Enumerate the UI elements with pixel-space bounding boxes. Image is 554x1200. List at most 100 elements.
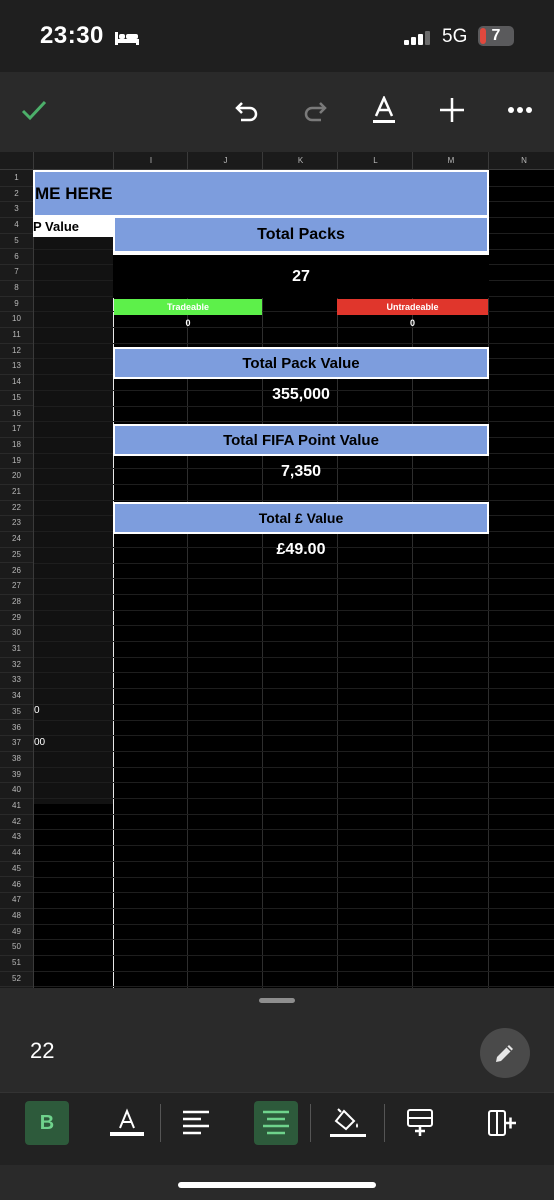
- edit-button[interactable]: [480, 1028, 530, 1078]
- row-header[interactable]: 35: [0, 704, 33, 721]
- row-header[interactable]: 20: [0, 468, 33, 485]
- row-header[interactable]: 2: [0, 186, 33, 203]
- text-format-icon[interactable]: [366, 92, 402, 128]
- row-header[interactable]: 5: [0, 233, 33, 250]
- left-value-header[interactable]: P Value: [33, 217, 113, 237]
- row-header[interactable]: 19: [0, 453, 33, 470]
- row-header[interactable]: 33: [0, 672, 33, 690]
- pack-value[interactable]: 355,000: [113, 379, 489, 411]
- row-header[interactable]: 6: [0, 249, 33, 266]
- row-header[interactable]: 13: [0, 358, 33, 376]
- fill-color-button[interactable]: [326, 1101, 370, 1145]
- row-header[interactable]: 34: [0, 688, 33, 705]
- gbp-value-header[interactable]: Total £ Value: [113, 502, 489, 534]
- row-header[interactable]: 24: [0, 531, 33, 548]
- row-header[interactable]: 26: [0, 563, 33, 580]
- row-gridline: [33, 625, 554, 627]
- row-header[interactable]: 7: [0, 264, 33, 281]
- text-color-button[interactable]: [105, 1101, 149, 1145]
- row-header[interactable]: 51: [0, 955, 33, 972]
- row-gridline: [33, 923, 554, 925]
- row-header[interactable]: 21: [0, 484, 33, 501]
- row-header[interactable]: 32: [0, 657, 33, 674]
- column-header[interactable]: L: [337, 152, 413, 169]
- untradeable-value[interactable]: 0: [337, 315, 488, 331]
- row-header[interactable]: 4: [0, 217, 33, 234]
- row-header[interactable]: 18: [0, 437, 33, 454]
- row-header[interactable]: 1: [0, 170, 33, 187]
- row-header[interactable]: 3: [0, 201, 33, 219]
- redo-icon[interactable]: [297, 92, 333, 128]
- row-header[interactable]: 38: [0, 751, 33, 768]
- more-icon[interactable]: [502, 92, 538, 128]
- row-gridline: [33, 688, 554, 690]
- row-header[interactable]: 31: [0, 641, 33, 658]
- fifa-points-value[interactable]: 7,350: [113, 456, 489, 488]
- cell-value-field[interactable]: 22: [30, 1038, 54, 1064]
- untradeable-label[interactable]: Untradeable: [337, 299, 488, 315]
- column-header[interactable]: M: [412, 152, 489, 169]
- add-icon[interactable]: [434, 92, 470, 128]
- insert-column-button[interactable]: [480, 1101, 524, 1145]
- check-icon[interactable]: [16, 92, 52, 128]
- row-header[interactable]: 8: [0, 280, 33, 297]
- row-gridline: [33, 593, 554, 595]
- row-header[interactable]: 52: [0, 971, 33, 988]
- row-header[interactable]: 48: [0, 908, 33, 925]
- row-header[interactable]: 10: [0, 311, 33, 328]
- left-cell-row37[interactable]: 00: [34, 737, 45, 748]
- row-header[interactable]: 37: [0, 735, 33, 752]
- row-header[interactable]: 39: [0, 767, 33, 784]
- total-packs-header[interactable]: Total Packs: [113, 216, 489, 253]
- row-header[interactable]: 30: [0, 625, 33, 642]
- tradeable-value[interactable]: 0: [114, 315, 262, 331]
- gbp-value[interactable]: £49.00: [113, 534, 489, 566]
- pack-value-header[interactable]: Total Pack Value: [113, 347, 489, 379]
- drag-handle[interactable]: [259, 998, 295, 1003]
- pencil-icon: [496, 1045, 513, 1062]
- row-header[interactable]: 17: [0, 421, 33, 438]
- row-header[interactable]: 42: [0, 814, 33, 831]
- home-indicator[interactable]: [178, 1182, 376, 1188]
- column-header[interactable]: J: [187, 152, 263, 169]
- row-header[interactable]: 27: [0, 578, 33, 595]
- row-header[interactable]: 16: [0, 406, 33, 423]
- bold-button[interactable]: B: [25, 1101, 69, 1145]
- tradeable-label[interactable]: Tradeable: [114, 299, 262, 315]
- name-banner[interactable]: ME HERE: [33, 170, 489, 217]
- row-header[interactable]: 44: [0, 845, 33, 862]
- top-toolbar: [0, 72, 554, 152]
- row-header[interactable]: 49: [0, 924, 33, 941]
- insert-row-button[interactable]: [398, 1101, 442, 1145]
- row-header[interactable]: 45: [0, 861, 33, 878]
- column-header[interactable]: K: [262, 152, 338, 169]
- undo-icon[interactable]: [229, 92, 265, 128]
- total-packs-value[interactable]: 27: [113, 255, 489, 298]
- row-gridline: [33, 766, 554, 768]
- row-header[interactable]: 47: [0, 892, 33, 909]
- column-header-partial[interactable]: [33, 152, 114, 169]
- row-header[interactable]: 23: [0, 515, 33, 533]
- align-left-button[interactable]: [174, 1101, 218, 1145]
- row-header[interactable]: 29: [0, 610, 33, 627]
- row-header[interactable]: 28: [0, 594, 33, 611]
- row-header[interactable]: 41: [0, 798, 33, 815]
- spreadsheet-grid[interactable]: I J K L M N 1 2 3 4 5 6 7 8 9 10 11 12 13 14 15 16 17 18 1…: [0, 152, 554, 988]
- row-header[interactable]: 11: [0, 327, 33, 344]
- row-header[interactable]: 50: [0, 939, 33, 956]
- row-header[interactable]: 36: [0, 720, 33, 737]
- column-header[interactable]: I: [113, 152, 188, 169]
- align-center-button[interactable]: [254, 1101, 298, 1145]
- row-header[interactable]: 15: [0, 390, 33, 407]
- row-header[interactable]: 40: [0, 782, 33, 799]
- row-header[interactable]: 14: [0, 374, 33, 391]
- row-header[interactable]: 12: [0, 343, 33, 360]
- row-header[interactable]: 46: [0, 877, 33, 894]
- fifa-points-header[interactable]: Total FIFA Point Value: [113, 424, 489, 456]
- row-header[interactable]: 9: [0, 296, 33, 313]
- row-header[interactable]: 22: [0, 500, 33, 517]
- row-header[interactable]: 25: [0, 547, 33, 564]
- column-header[interactable]: N: [488, 152, 554, 169]
- row-header[interactable]: 43: [0, 829, 33, 847]
- left-cell-row35[interactable]: 0: [34, 705, 40, 716]
